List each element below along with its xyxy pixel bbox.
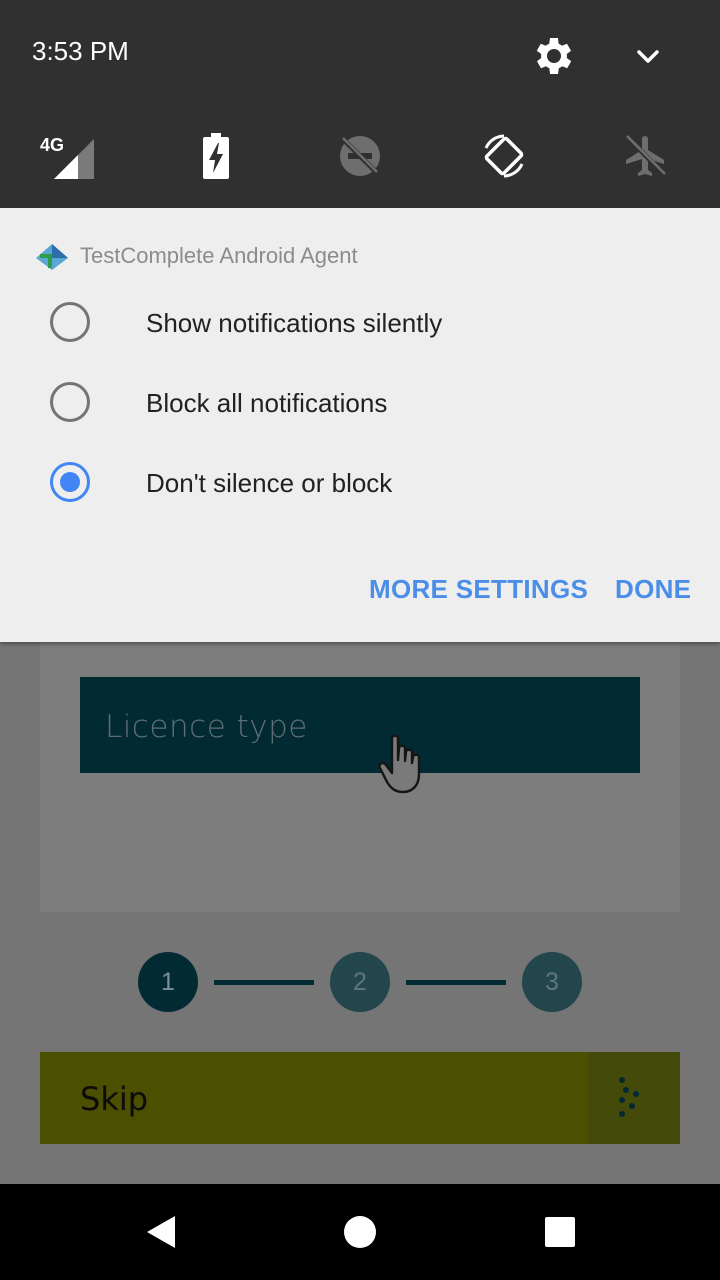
more-settings-button[interactable]: MORE SETTINGS <box>369 574 588 605</box>
step-connector <box>406 980 506 985</box>
status-time: 3:53 PM <box>32 36 129 66</box>
back-button[interactable] <box>112 1184 208 1280</box>
battery-charging-icon <box>203 133 229 179</box>
app-name: TestComplete Android Agent <box>80 243 358 268</box>
signal-label: 4G <box>40 135 64 155</box>
notification-settings-panel: TestComplete Android Agent Show notifica… <box>0 208 720 642</box>
settings-icon[interactable] <box>528 32 576 80</box>
step-2[interactable]: 2 <box>330 952 390 1012</box>
recents-icon <box>545 1217 575 1247</box>
licence-type-placeholder: Licence type <box>105 709 308 745</box>
hand-cursor-icon <box>378 734 421 794</box>
progress-stepper: 1 2 3 <box>0 952 720 1012</box>
airplane-mode-tile[interactable] <box>616 126 676 186</box>
step-connector <box>214 980 314 985</box>
navigation-bar <box>0 1184 720 1280</box>
step-1[interactable]: 1 <box>138 952 198 1012</box>
testcomplete-app-icon <box>36 244 68 270</box>
mobile-data-tile[interactable]: 4G <box>36 126 96 186</box>
licence-type-field[interactable]: Licence type <box>80 677 640 773</box>
option-label: Block all notifications <box>146 388 388 418</box>
home-button[interactable] <box>312 1184 408 1280</box>
auto-rotate-icon <box>484 134 524 178</box>
do-not-disturb-tile[interactable] <box>330 126 390 186</box>
skip-loading-area <box>588 1052 680 1144</box>
auto-rotate-tile[interactable] <box>474 126 534 186</box>
option-show-silently[interactable]: Show notifications silently <box>0 286 720 358</box>
recents-button[interactable] <box>512 1184 608 1280</box>
signal-4g-icon: 4G <box>40 135 94 179</box>
skip-button[interactable]: Skip <box>40 1052 680 1144</box>
loading-spinner-icon <box>619 1077 639 1117</box>
step-3[interactable]: 3 <box>522 952 582 1012</box>
skip-label: Skip <box>80 1080 149 1118</box>
option-label: Don't silence or block <box>146 468 393 498</box>
option-dont-silence[interactable]: Don't silence or block <box>0 446 720 518</box>
chevron-down-icon[interactable] <box>624 32 672 80</box>
option-label: Show notifications silently <box>146 308 443 338</box>
done-button[interactable]: DONE <box>615 574 691 605</box>
radio-show-silently[interactable] <box>50 302 90 342</box>
dnd-off-icon <box>340 136 380 176</box>
radio-dont-silence[interactable] <box>50 462 90 502</box>
airplane-mode-icon <box>626 135 666 176</box>
battery-tile[interactable] <box>186 126 246 186</box>
option-block-all[interactable]: Block all notifications <box>0 366 720 438</box>
quick-settings-header: 3:53 PM 4G <box>0 0 720 208</box>
home-icon <box>344 1216 376 1248</box>
radio-block-all[interactable] <box>50 382 90 422</box>
back-icon <box>147 1216 175 1248</box>
